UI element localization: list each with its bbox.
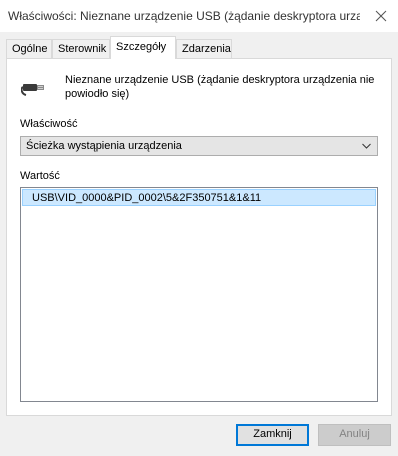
tab-details[interactable]: Szczegóły bbox=[110, 36, 176, 59]
tab-driver[interactable]: Sterownik bbox=[52, 39, 110, 58]
close-button[interactable]: Zamknij bbox=[236, 424, 309, 446]
usb-device-icon bbox=[21, 84, 44, 96]
chevron-down-icon bbox=[362, 143, 371, 149]
close-window-button[interactable] bbox=[364, 0, 398, 32]
property-label: Właściwość bbox=[20, 118, 78, 130]
property-selected-value: Ścieżka wystąpienia urządzenia bbox=[26, 140, 182, 152]
details-panel: Nieznane urządzenie USB (żądanie deskryp… bbox=[6, 58, 392, 416]
tab-general[interactable]: Ogólne bbox=[6, 39, 52, 58]
value-list-item[interactable]: USB\VID_0000&PID_0002\5&2F350751&1&11 bbox=[22, 189, 376, 206]
property-dropdown[interactable]: Ścieżka wystąpienia urządzenia bbox=[20, 136, 378, 156]
cancel-button[interactable]: Anuluj bbox=[318, 424, 391, 446]
close-icon bbox=[375, 10, 387, 22]
value-list[interactable]: USB\VID_0000&PID_0002\5&2F350751&1&11 bbox=[20, 187, 378, 402]
window-title: Właściwości: Nieznane urządzenie USB (żą… bbox=[8, 9, 360, 23]
title-bar: Właściwości: Nieznane urządzenie USB (żą… bbox=[0, 0, 398, 32]
tab-events[interactable]: Zdarzenia bbox=[176, 39, 232, 58]
properties-dialog: Właściwości: Nieznane urządzenie USB (żą… bbox=[0, 0, 398, 456]
value-label: Wartość bbox=[20, 170, 60, 182]
device-name: Nieznane urządzenie USB (żądanie deskryp… bbox=[65, 74, 375, 100]
